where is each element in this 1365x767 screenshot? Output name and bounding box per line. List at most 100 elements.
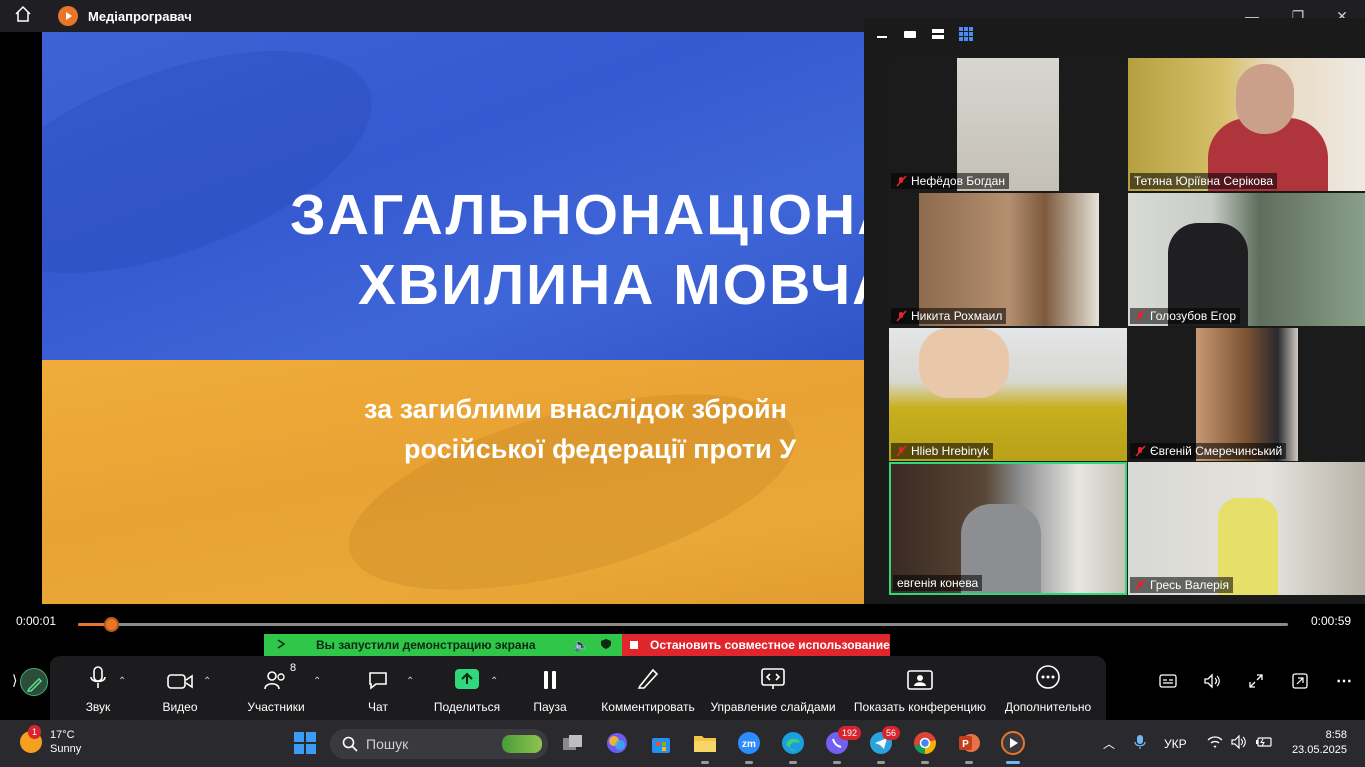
svg-text:P: P — [962, 739, 969, 750]
participants-count: 8 — [290, 662, 297, 674]
share-options-caret[interactable]: ⌃ — [490, 676, 498, 687]
search-placeholder: Пошук — [366, 736, 409, 752]
participant-tile-active-speaker[interactable]: евгенія конева — [889, 462, 1127, 595]
pen-tool-button[interactable] — [20, 668, 48, 696]
annotate-button[interactable]: Комментировать — [600, 656, 696, 720]
search-icon — [342, 736, 358, 752]
grid-view-icon[interactable] — [958, 26, 974, 42]
wifi-icon[interactable] — [1207, 736, 1223, 751]
muted-mic-icon — [895, 175, 907, 187]
audio-button[interactable]: Звук — [78, 656, 118, 720]
show-meeting-button[interactable]: Показать конференцию — [852, 656, 988, 720]
participant-name-tag: Гресь Валерія — [1130, 577, 1233, 593]
meeting-toolbar: Звук ⌃ Видео ⌃ Участники 8 ⌃ Чат ⌃ Подел… — [50, 656, 1106, 720]
minimize-icon[interactable] — [874, 26, 890, 42]
chat-button[interactable]: Чат — [360, 656, 396, 720]
stop-share-button[interactable]: Остановить совместное использование — [622, 634, 890, 656]
miniplayer-icon — [1292, 673, 1308, 689]
participant-tile[interactable]: Тетяна Юріївна Серікова — [1128, 58, 1365, 191]
seek-thumb[interactable] — [103, 617, 119, 632]
folder-icon — [694, 736, 716, 752]
windows-taskbar: 1 17°C Sunny Пошук zm 192 56 P ︿ УКР 8:5… — [0, 720, 1365, 767]
camera-icon — [167, 674, 193, 689]
fullscreen-button[interactable] — [1245, 670, 1267, 692]
volume-tray-icon[interactable] — [1231, 734, 1247, 752]
participant-tile[interactable]: Никита Рохмаил — [889, 193, 1127, 326]
zoom-app[interactable]: zm — [734, 728, 764, 764]
participant-tile[interactable]: Нефёдов Богдан — [889, 58, 1127, 191]
telegram-app[interactable]: 56 — [866, 726, 901, 764]
weather-condition: Sunny — [50, 743, 82, 755]
participant-tile[interactable]: Гресь Валерія — [1128, 462, 1365, 595]
video-subtitle-line-1: за загиблими внаслідок збройн — [364, 394, 787, 424]
participant-video — [919, 328, 1009, 398]
participants-icon — [264, 671, 285, 690]
audio-share-icon[interactable]: 🔈 — [574, 638, 589, 652]
participant-name-tag: Hlieb Hrebinyk — [891, 443, 994, 459]
video-frame[interactable]: ЗАГАЛЬНОНАЦІОНА ХВИЛИНА МОВЧА за загибли… — [42, 32, 865, 604]
home-button[interactable] — [0, 0, 46, 32]
participant-tile[interactable]: Євгеній Смеречинський — [1128, 328, 1365, 461]
share-status-text: Вы запустили демонстрацию экрана — [316, 638, 536, 652]
stop-share-label: Остановить совместное использование — [650, 638, 890, 652]
seek-track[interactable] — [78, 617, 1288, 632]
weather-badge: 1 — [28, 725, 42, 739]
more-icon[interactable]: ⋯ — [1333, 670, 1355, 692]
weather-widget[interactable]: 1 17°C Sunny — [20, 725, 82, 756]
running-indicator — [745, 761, 753, 764]
pause-share-button[interactable]: Пауза — [530, 656, 570, 720]
subtitles-icon — [1159, 674, 1177, 688]
media-player-icon — [58, 6, 78, 26]
drag-handle-icon[interactable] — [276, 638, 286, 653]
copilot-app[interactable] — [602, 728, 632, 758]
participant-tile[interactable]: Голозубов Егор — [1128, 193, 1365, 326]
powerpoint-app[interactable]: P — [954, 728, 984, 764]
microphone-tray-icon[interactable] — [1134, 734, 1146, 753]
current-time: 0:00:01 — [16, 614, 57, 628]
share-button[interactable]: Поделиться — [432, 656, 502, 720]
speaker-view-icon[interactable] — [902, 26, 918, 42]
chat-options-caret[interactable]: ⌃ — [406, 676, 414, 687]
weather-sun-icon: 1 — [20, 725, 42, 753]
telegram-badge: 56 — [882, 726, 901, 740]
miniplayer-button[interactable] — [1289, 670, 1311, 692]
muted-mic-icon — [1134, 310, 1146, 322]
file-explorer-app[interactable] — [690, 728, 720, 764]
battery-icon[interactable] — [1255, 736, 1273, 751]
share-screen-icon — [455, 669, 479, 689]
video-options-caret[interactable]: ⌃ — [203, 676, 211, 687]
running-indicator — [789, 761, 797, 764]
language-indicator[interactable]: УКР — [1164, 737, 1187, 751]
media-player-app[interactable] — [998, 728, 1028, 764]
show-meeting-icon — [907, 670, 933, 690]
slide-control-button[interactable]: Управление слайдами — [710, 656, 836, 720]
chrome-app[interactable] — [910, 728, 940, 764]
collapse-icon[interactable]: ⟩ — [12, 672, 17, 689]
strip-view-icon[interactable] — [930, 26, 946, 42]
participant-video — [957, 58, 1059, 191]
viber-app[interactable]: 192 — [822, 726, 862, 764]
screen: Медіапрогравач — ❐ ✕ ЗАГАЛЬНОНАЦІОНА ХВИ… — [0, 0, 1365, 767]
participants-options-caret[interactable]: ⌃ — [313, 676, 321, 687]
muted-mic-icon — [1134, 579, 1146, 591]
windows-icon — [294, 732, 316, 754]
store-icon — [652, 738, 670, 753]
microphone-icon — [90, 666, 106, 688]
participant-tile[interactable]: Hlieb Hrebinyk — [889, 328, 1127, 461]
volume-icon — [1204, 673, 1220, 689]
chevron-up-icon[interactable]: ︿ — [1100, 735, 1118, 752]
volume-button[interactable] — [1201, 670, 1223, 692]
taskbar-clock[interactable]: 8:58 23.05.2025 — [1292, 728, 1347, 758]
start-button[interactable] — [290, 728, 320, 758]
store-app[interactable] — [646, 728, 676, 758]
muted-mic-icon — [1134, 445, 1146, 457]
task-view-button[interactable] — [558, 728, 588, 758]
svg-text:zm: zm — [742, 739, 756, 750]
taskbar-search[interactable]: Пошук — [330, 729, 548, 759]
subtitles-button[interactable] — [1157, 670, 1179, 692]
edge-app[interactable] — [778, 728, 808, 764]
more-button[interactable]: Дополнительно — [1002, 656, 1094, 720]
audio-options-caret[interactable]: ⌃ — [118, 676, 126, 687]
video-button[interactable]: Видео — [158, 656, 202, 720]
participants-button[interactable]: Участники — [246, 656, 306, 720]
